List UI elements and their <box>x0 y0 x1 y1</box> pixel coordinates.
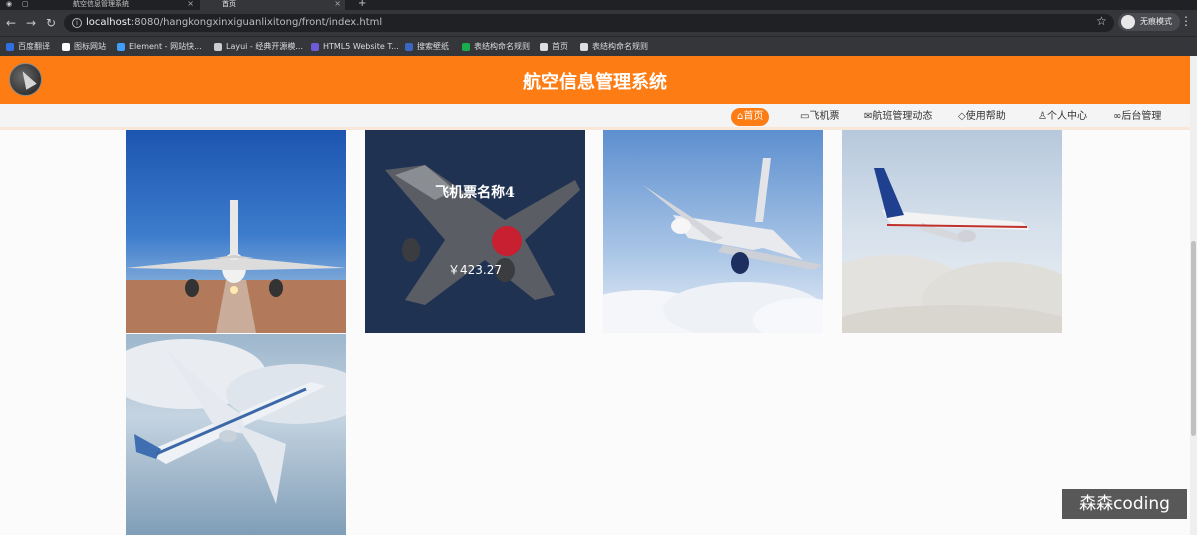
incognito-profile-button[interactable]: 无痕模式 <box>1118 13 1180 31</box>
browser-tab-2[interactable]: 首页 × <box>200 0 345 10</box>
bookmark-favicon-icon <box>462 43 470 51</box>
bookmark-item[interactable]: HTML5 Website T... <box>311 40 399 54</box>
page-scrollbar[interactable] <box>1190 56 1197 535</box>
plane-dark-image <box>365 130 585 333</box>
nav-admin[interactable]: ∞后台管理 <box>1113 108 1161 126</box>
back-icon[interactable]: ← <box>4 15 18 31</box>
nav-label: 首页 <box>743 111 764 122</box>
bookmark-item[interactable]: Element - 网站快... <box>117 40 202 54</box>
address-bar[interactable]: i localhost:8080/hangkongxinxiguanlixito… <box>64 14 1114 32</box>
browser-menu-kebab-icon[interactable]: ⋮ <box>1180 14 1192 28</box>
bookmark-item[interactable]: Layui - 经典开源模... <box>214 40 303 54</box>
bookmark-label: Element - 网站快... <box>129 42 202 51</box>
bookmark-favicon-icon <box>311 43 319 51</box>
reload-icon[interactable]: ↻ <box>44 15 58 31</box>
site-info-icon[interactable]: i <box>72 18 82 28</box>
cursor-highlight <box>492 226 522 256</box>
profile-label: 无痕模式 <box>1140 17 1172 26</box>
tab-title: 航空信息管理系统 <box>73 0 129 8</box>
url-host: localhost <box>86 17 131 28</box>
bookmark-item[interactable]: 首页 <box>540 40 568 54</box>
nav-label: 航班管理动态 <box>872 111 933 122</box>
scrollbar-thumb[interactable] <box>1191 241 1196 436</box>
plane-sea-image <box>126 334 346 535</box>
ticket-card[interactable] <box>126 130 346 333</box>
bookmarks-bar: 百度翻译 图标网站 Element - 网站快... Layui - 经典开源模… <box>0 36 1197 56</box>
nav-label: 飞机票 <box>809 111 840 122</box>
site-title: 航空信息管理系统 <box>523 72 667 93</box>
url-path: :8080/hangkongxinxiguanlixitong/front/in… <box>130 17 383 28</box>
bookmark-item[interactable]: 图标网站 <box>62 40 106 54</box>
bookmark-label: Layui - 经典开源模... <box>226 42 303 51</box>
browser-toolbar: ← → ↻ i localhost:8080/hangkongxinxiguan… <box>0 10 1197 36</box>
nav-label: 个人中心 <box>1046 111 1087 122</box>
tag-icon: ◇ <box>958 111 966 122</box>
bookmark-star-icon[interactable]: ☆ <box>1096 14 1107 28</box>
bookmark-label: 表结构命名规则 <box>592 42 648 51</box>
bookmark-favicon-icon <box>580 43 588 51</box>
plane-bluetail-image <box>842 130 1062 333</box>
bookmark-item[interactable]: 表结构命名规则 <box>462 40 530 54</box>
ticket-card[interactable] <box>126 334 346 535</box>
ticket-card[interactable] <box>603 130 823 333</box>
ticket-card[interactable] <box>842 130 1062 333</box>
bookmark-label: HTML5 Website T... <box>323 42 399 51</box>
nav-profile[interactable]: ♙个人中心 <box>1038 108 1087 126</box>
nav-help[interactable]: ◇使用帮助 <box>958 108 1006 126</box>
browser-tab-strip: ◉ ▢ 航空信息管理系统 × 首页 × + <box>0 0 1197 10</box>
ticket-price: ￥423.27 <box>448 263 502 277</box>
bookmark-item[interactable]: 表结构命名规则 <box>580 40 648 54</box>
nav-flight-news[interactable]: ✉航班管理动态 <box>864 108 932 126</box>
nav-label: 后台管理 <box>1121 111 1162 122</box>
browser-menu-icon[interactable]: ◉ <box>6 0 20 10</box>
nav-label: 使用帮助 <box>965 111 1006 122</box>
user-icon: ♙ <box>1038 111 1047 122</box>
bookmark-label: 百度翻译 <box>18 42 50 51</box>
nav-tickets[interactable]: ▭飞机票 <box>800 108 839 126</box>
incognito-icon <box>1121 15 1135 29</box>
bookmark-label: 首页 <box>552 42 568 51</box>
main-nav: ⌂首页 ▭飞机票 ✉航班管理动态 ◇使用帮助 ♙个人中心 ∞后台管理 <box>0 104 1190 130</box>
tab-search-icon[interactable]: ▢ <box>22 0 36 10</box>
bookmark-label: 图标网站 <box>74 42 106 51</box>
bookmark-label: 表结构命名规则 <box>474 42 530 51</box>
bookmark-favicon-icon <box>405 43 413 51</box>
browser-tab-1[interactable]: 航空信息管理系统 × <box>55 0 198 10</box>
bookmark-favicon-icon <box>214 43 222 51</box>
bookmark-item[interactable]: 百度翻译 <box>6 40 50 54</box>
new-tab-button[interactable]: + <box>358 0 370 10</box>
tab-title: 首页 <box>222 0 236 8</box>
bookmark-favicon-icon <box>540 43 548 51</box>
nav-home[interactable]: ⌂首页 <box>731 108 770 126</box>
close-tab-icon[interactable]: × <box>187 0 194 8</box>
forward-icon[interactable]: → <box>24 15 38 31</box>
site-header: 航空信息管理系统 <box>0 56 1190 104</box>
bookmark-label: 搜索壁纸 <box>417 42 449 51</box>
bookmark-item[interactable]: 搜索壁纸 <box>405 40 449 54</box>
plane-clouds-image <box>603 130 823 333</box>
bookmark-favicon-icon <box>62 43 70 51</box>
bookmark-favicon-icon <box>117 43 125 51</box>
bookmark-favicon-icon <box>6 43 14 51</box>
ticket-card-hovered[interactable]: 飞机票名称4 ￥423.27 <box>365 130 585 333</box>
close-tab-icon[interactable]: × <box>334 0 341 8</box>
video-watermark: 森森coding <box>1062 489 1187 519</box>
web-page: 航空信息管理系统 ⌂首页 ▭飞机票 ✉航班管理动态 ◇使用帮助 ♙个人中心 ∞后… <box>0 56 1197 535</box>
ticket-name: 飞机票名称4 <box>435 185 515 201</box>
plane-runway-image <box>126 130 346 333</box>
